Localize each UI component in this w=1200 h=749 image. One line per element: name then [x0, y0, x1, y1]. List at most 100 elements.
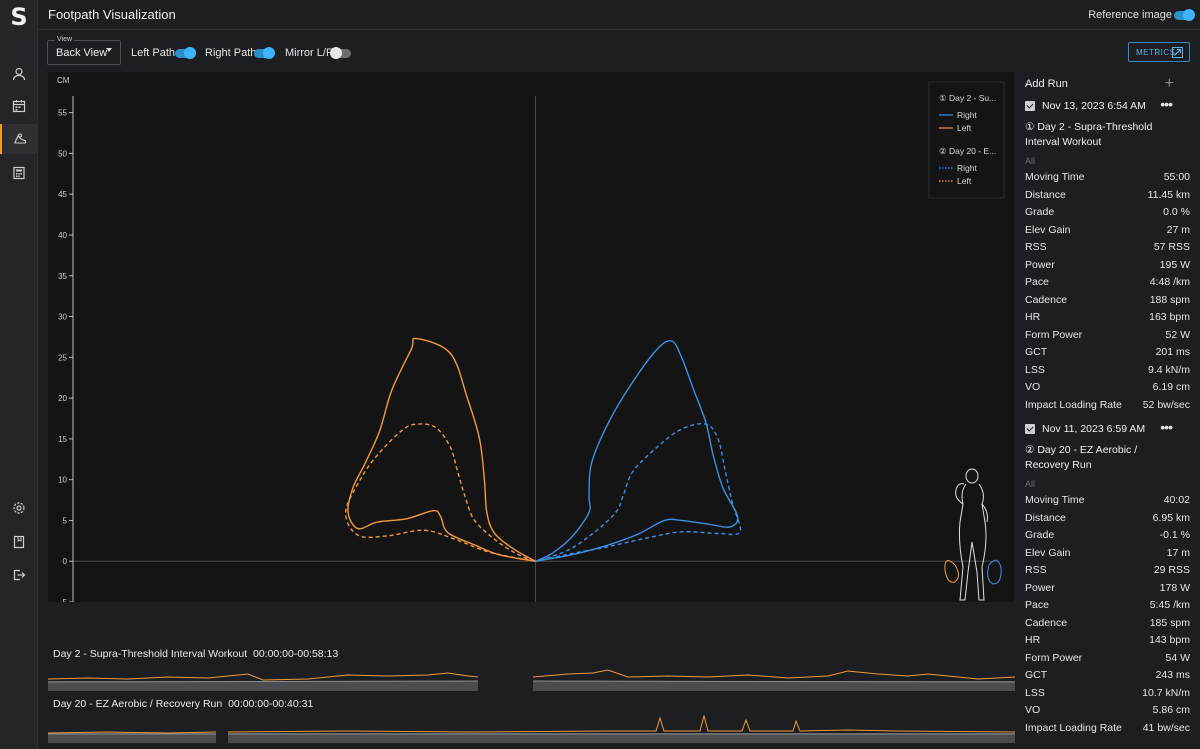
- reference-image-label: Reference image: [1088, 9, 1172, 21]
- metric-row: VO 6.19 cm: [1025, 381, 1190, 398]
- run-name: ① Day 2 - Supra-Threshold Interval Worko…: [1025, 121, 1153, 148]
- y-tick-label: 25: [58, 353, 67, 362]
- nav-guide[interactable]: [0, 527, 38, 557]
- add-run-icon[interactable]: +: [1165, 75, 1174, 93]
- left-path-toggle[interactable]: [175, 47, 196, 59]
- metric-value: -0.1 %: [1159, 529, 1190, 541]
- metric-value: 188 spm: [1149, 293, 1190, 306]
- metric-label: Moving Time: [1025, 494, 1085, 506]
- metric-row: Grade 0.0 %: [1025, 206, 1190, 223]
- side-nav: S: [0, 0, 38, 749]
- metric-row: RSS 29 RSS: [1025, 564, 1190, 581]
- more-options-icon[interactable]: •••: [1160, 96, 1173, 112]
- timeline-run-name: Day 2 - Supra-Threshold Interval Workout: [53, 648, 248, 660]
- left-path-label: Left Path: [131, 47, 176, 59]
- timeline-track[interactable]: [48, 665, 1015, 695]
- run-checkbox[interactable]: [1025, 424, 1035, 434]
- chevron-down-icon[interactable]: [106, 48, 112, 52]
- metric-label: Elev Gain: [1025, 223, 1071, 236]
- metric-label: Distance: [1025, 511, 1066, 524]
- more-options-icon[interactable]: •••: [1160, 419, 1173, 435]
- nav-profile[interactable]: [0, 59, 38, 89]
- logout-icon: [13, 569, 26, 581]
- metric-value: 201 ms: [1155, 346, 1190, 358]
- run-date: Nov 11, 2023 6:59 AM: [1042, 423, 1146, 435]
- metric-value: 10.7 kN/m: [1142, 686, 1190, 699]
- nav-reports[interactable]: [0, 158, 38, 188]
- metric-label: Pace: [1025, 599, 1049, 611]
- view-select-value[interactable]: Back View: [56, 47, 107, 59]
- mirror-toggle[interactable]: [330, 47, 351, 59]
- metric-label: HR: [1025, 634, 1041, 646]
- metric-value: 4:48 /km: [1149, 276, 1190, 288]
- metric-value: 54 W: [1165, 651, 1190, 664]
- run-filter[interactable]: All: [1025, 479, 1035, 489]
- y-tick-label: 50: [58, 149, 67, 158]
- metric-row: Power 178 W: [1025, 582, 1190, 599]
- run-filter[interactable]: All: [1025, 156, 1035, 166]
- metric-row: GCT 201 ms: [1025, 346, 1190, 363]
- metric-value: 27 m: [1166, 223, 1190, 236]
- metric-label: RSS: [1025, 241, 1047, 253]
- metric-row: Form Power 54 W: [1025, 652, 1190, 669]
- metric-row: Form Power 52 W: [1025, 329, 1190, 346]
- run-date: Nov 13, 2023 6:54 AM: [1042, 100, 1146, 112]
- nav-footpath[interactable]: [0, 124, 38, 154]
- legend-entry: Left: [957, 123, 972, 133]
- expand-icon: [1172, 47, 1183, 58]
- timeline-title: Day 2 - Supra-Threshold Interval Workout…: [53, 648, 338, 660]
- metric-label: Cadence: [1025, 616, 1068, 629]
- run-checkbox[interactable]: [1025, 101, 1035, 111]
- metric-value: 178 W: [1159, 581, 1190, 594]
- metric-row: Pace 5:45 /km: [1025, 599, 1190, 616]
- app-logo[interactable]: S: [9, 4, 29, 30]
- y-tick-label: 55: [58, 109, 67, 118]
- runs-panel: Add Run + Nov 13, 2023 6:54 AM ••• ① Day…: [1015, 72, 1190, 749]
- footpath-chart[interactable]: -50510152025303540455055-15-10-5051015 C…: [48, 72, 1014, 628]
- metric-value: 9.4 kN/m: [1147, 363, 1190, 376]
- metric-row: LSS 10.7 kN/m: [1025, 687, 1190, 704]
- nav-calendar[interactable]: [0, 91, 38, 121]
- metric-row: Pace 4:48 /km: [1025, 276, 1190, 293]
- timeline-title: Day 20 - EZ Aerobic / Recovery Run 00:00…: [53, 698, 313, 710]
- metric-label: Elev Gain: [1025, 546, 1071, 559]
- metric-label: GCT: [1025, 669, 1048, 681]
- legend-entry: Right: [957, 163, 977, 173]
- nav-logout[interactable]: [0, 560, 38, 590]
- reference-runner-figure: [944, 468, 1002, 601]
- legend-entry: Right: [957, 110, 977, 120]
- metric-label: GCT: [1025, 346, 1048, 358]
- metric-label: Grade: [1025, 206, 1055, 218]
- page-title: Footpath Visualization: [48, 7, 176, 22]
- metric-row: Elev Gain 27 m: [1025, 224, 1190, 241]
- reference-image-toggle[interactable]: [1174, 9, 1195, 21]
- metric-label: LSS: [1025, 686, 1045, 699]
- metric-row: Cadence 188 spm: [1025, 294, 1190, 311]
- metric-label: Power: [1025, 258, 1055, 271]
- metric-value: 52 W: [1165, 328, 1190, 341]
- metric-label: Form Power: [1025, 651, 1083, 664]
- nav-settings[interactable]: [0, 493, 38, 523]
- metric-value: 11.45 km: [1147, 188, 1190, 201]
- metric-value: 243 ms: [1155, 669, 1190, 681]
- y-tick-label: 10: [58, 476, 67, 485]
- y-tick-label: 45: [58, 190, 67, 199]
- right-solid-footpath: [535, 339, 739, 562]
- metrics-button[interactable]: METRICS: [1128, 42, 1190, 62]
- right-path-toggle[interactable]: [254, 47, 275, 59]
- timeline-range: 00:00:00-00:40:31: [228, 698, 314, 710]
- legend-entry: Left: [957, 176, 972, 186]
- book-icon: [13, 535, 25, 549]
- metric-value: 0.0 %: [1163, 206, 1190, 218]
- timeline-track[interactable]: [48, 715, 1015, 745]
- y-tick-label: 35: [58, 272, 67, 281]
- gear-icon: [13, 502, 25, 514]
- metric-row: Power 195 W: [1025, 259, 1190, 276]
- metric-value: 40:02: [1163, 494, 1190, 506]
- chart-legend: ① Day 2 - Su... Right Left ② Day 20 - E.…: [928, 81, 1005, 199]
- metric-value: 17 m: [1166, 546, 1190, 559]
- metric-row: Impact Loading Rate 41 bw/sec: [1025, 722, 1190, 739]
- mirror-label: Mirror L/R: [285, 47, 334, 59]
- metric-row: Distance 6.95 km: [1025, 512, 1190, 529]
- metric-label: RSS: [1025, 564, 1047, 576]
